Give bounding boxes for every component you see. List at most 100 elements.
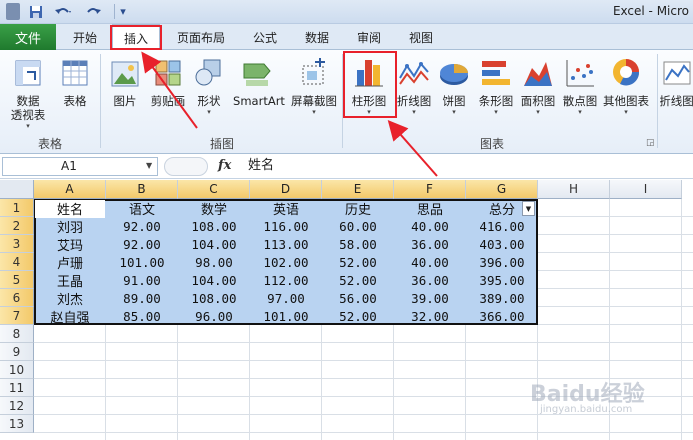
cell-d4[interactable]: 102.00 <box>250 253 322 271</box>
scatter-chart-button[interactable]: 散点图 ▾ <box>560 54 600 130</box>
cell-b2[interactable]: 92.00 <box>106 217 178 235</box>
cell-d5[interactable]: 112.00 <box>250 271 322 289</box>
table-button[interactable]: 表格 <box>56 54 94 130</box>
bar-chart-button[interactable]: 条形图 ▾ <box>474 54 518 130</box>
column-header-c[interactable]: C <box>178 180 250 199</box>
column-header-i[interactable]: I <box>610 180 682 199</box>
cell-f2[interactable]: 40.00 <box>394 217 466 235</box>
cell-d1[interactable]: 英语 <box>250 199 322 218</box>
undo-icon[interactable] <box>52 3 74 20</box>
tab-home[interactable]: 开始 <box>62 24 108 50</box>
row-header-6[interactable]: 6 <box>0 289 34 307</box>
customize-icon[interactable]: ▾ <box>118 3 128 20</box>
row-header-13[interactable]: 13 <box>0 415 34 433</box>
shapes-button[interactable]: 形状 ▾ <box>192 54 226 130</box>
formula-input[interactable]: 姓名 <box>242 157 693 176</box>
name-box-dropdown-icon[interactable]: ▼ <box>146 161 152 170</box>
filter-dropdown-icon[interactable]: ▼ <box>522 201 535 216</box>
cell-f7[interactable]: 32.00 <box>394 307 466 325</box>
column-header-d[interactable]: D <box>250 180 322 199</box>
cell-a3[interactable]: 艾玛 <box>34 235 106 254</box>
cell-g3[interactable]: 403.00 <box>466 235 538 253</box>
cell-a1[interactable]: 姓名 <box>34 199 106 218</box>
tab-formulas[interactable]: 公式 <box>242 24 288 50</box>
row-header-2[interactable]: 2 <box>0 217 34 235</box>
cell-f1[interactable]: 思品 <box>394 199 466 218</box>
name-box[interactable]: A1 <box>2 157 158 176</box>
cell-c3[interactable]: 104.00 <box>178 235 250 253</box>
cell-a4[interactable]: 卢珊 <box>34 253 106 272</box>
cell-f5[interactable]: 36.00 <box>394 271 466 289</box>
cell-b5[interactable]: 91.00 <box>106 271 178 289</box>
cell-e1[interactable]: 历史 <box>322 199 394 218</box>
cell-g6[interactable]: 389.00 <box>466 289 538 307</box>
cell-d3[interactable]: 113.00 <box>250 235 322 253</box>
cell-c4[interactable]: 98.00 <box>178 253 250 271</box>
row-header-12[interactable]: 12 <box>0 397 34 415</box>
row-header-5[interactable]: 5 <box>0 271 34 289</box>
cell-c6[interactable]: 108.00 <box>178 289 250 307</box>
cell-c2[interactable]: 108.00 <box>178 217 250 235</box>
cell-d2[interactable]: 116.00 <box>250 217 322 235</box>
row-header-3[interactable]: 3 <box>0 235 34 253</box>
cell-b4[interactable]: 101.00 <box>106 253 178 271</box>
picture-button[interactable]: 图片 <box>106 54 144 130</box>
cell-c5[interactable]: 104.00 <box>178 271 250 289</box>
cell-c1[interactable]: 数学 <box>178 199 250 218</box>
tab-page-layout[interactable]: 页面布局 <box>166 24 236 50</box>
cell-a6[interactable]: 刘杰 <box>34 289 106 308</box>
cell-b1[interactable]: 语文 <box>106 199 178 218</box>
cell-e4[interactable]: 52.00 <box>322 253 394 271</box>
screenshot-button[interactable]: 屏幕截图 ▾ <box>288 54 340 130</box>
tab-file[interactable]: 文件 <box>0 24 56 50</box>
cell-e2[interactable]: 60.00 <box>322 217 394 235</box>
dialog-launcher-icon[interactable]: ◲ <box>646 138 655 148</box>
cell-e3[interactable]: 58.00 <box>322 235 394 253</box>
clipart-button[interactable]: 剪贴画 <box>146 54 190 130</box>
tab-view[interactable]: 视图 <box>398 24 444 50</box>
row-header-4[interactable]: 4 <box>0 253 34 271</box>
pivot-table-button[interactable]: 数据 透视表 ▾ <box>4 54 52 130</box>
pie-chart-button[interactable]: 饼图 ▾ <box>436 54 472 130</box>
insert-function-icon[interactable]: fx <box>218 158 231 173</box>
area-chart-button[interactable]: 面积图 ▾ <box>518 54 558 130</box>
cell-e5[interactable]: 52.00 <box>322 271 394 289</box>
row-header-10[interactable]: 10 <box>0 361 34 379</box>
column-header-e[interactable]: E <box>322 180 394 199</box>
cell-b6[interactable]: 89.00 <box>106 289 178 307</box>
cell-a2[interactable]: 刘羽 <box>34 217 106 236</box>
cell-g4[interactable]: 396.00 <box>466 253 538 271</box>
cell-f3[interactable]: 36.00 <box>394 235 466 253</box>
cell-a7[interactable]: 赵自强 <box>34 307 106 326</box>
column-header-a[interactable]: A <box>34 180 106 199</box>
tab-data[interactable]: 数据 <box>294 24 340 50</box>
cell-a5[interactable]: 王晶 <box>34 271 106 290</box>
row-header-11[interactable]: 11 <box>0 379 34 397</box>
cell-b3[interactable]: 92.00 <box>106 235 178 253</box>
cell-d7[interactable]: 101.00 <box>250 307 322 325</box>
other-charts-button[interactable]: 其他图表 ▾ <box>600 54 652 130</box>
row-header-1[interactable]: 1 <box>0 199 34 217</box>
select-all-corner[interactable] <box>0 180 34 199</box>
sparkline-line-button[interactable]: 折线图 <box>660 54 693 130</box>
cell-e6[interactable]: 56.00 <box>322 289 394 307</box>
column-header-h[interactable]: H <box>538 180 610 199</box>
row-header-8[interactable]: 8 <box>0 325 34 343</box>
cell-g7[interactable]: 366.00 <box>466 307 538 325</box>
column-header-g[interactable]: G <box>466 180 538 199</box>
cell-f6[interactable]: 39.00 <box>394 289 466 307</box>
smartart-button[interactable]: SmartArt <box>230 54 288 130</box>
row-header-7[interactable]: 7 <box>0 307 34 325</box>
redo-icon[interactable] <box>82 3 104 20</box>
cell-g2[interactable]: 416.00 <box>466 217 538 235</box>
cell-g5[interactable]: 395.00 <box>466 271 538 289</box>
cell-d6[interactable]: 97.00 <box>250 289 322 307</box>
column-header-f[interactable]: F <box>394 180 466 199</box>
cell-c7[interactable]: 96.00 <box>178 307 250 325</box>
cell-f4[interactable]: 40.00 <box>394 253 466 271</box>
column-header-b[interactable]: B <box>106 180 178 199</box>
cell-e7[interactable]: 52.00 <box>322 307 394 325</box>
save-icon[interactable] <box>28 3 44 20</box>
row-header-9[interactable]: 9 <box>0 343 34 361</box>
line-chart-button[interactable]: 折线图 ▾ <box>394 54 434 130</box>
